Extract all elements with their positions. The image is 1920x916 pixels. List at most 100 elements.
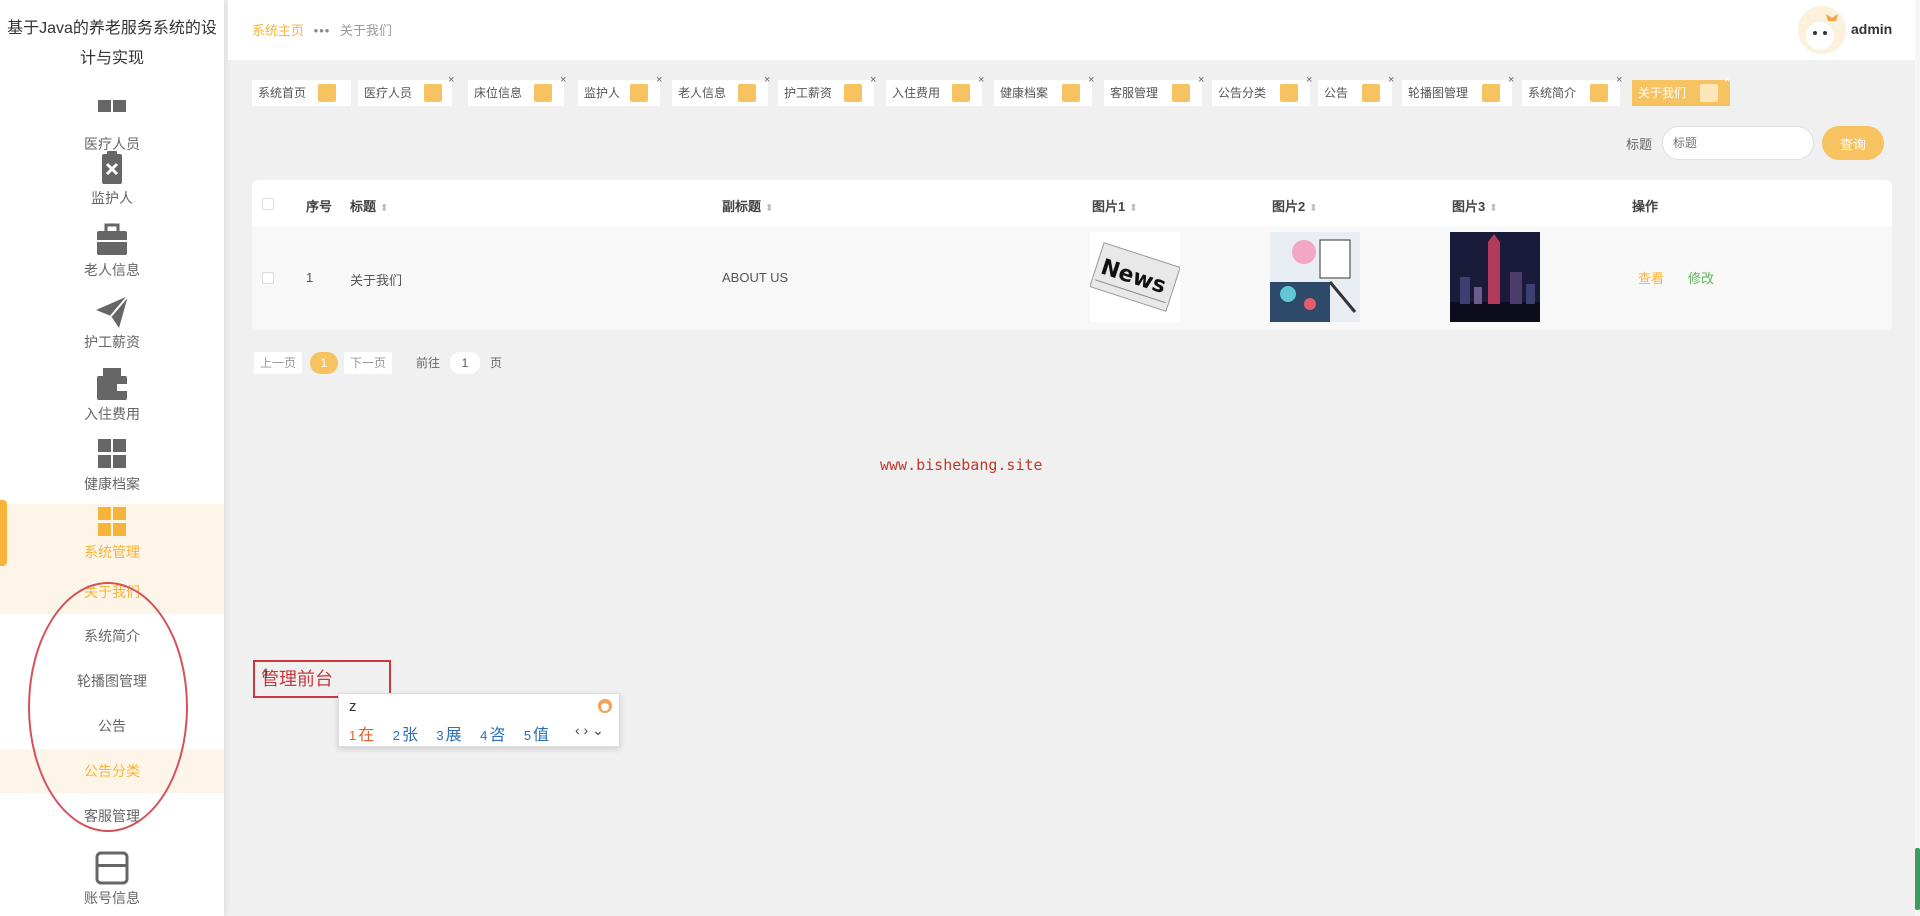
ime-nav-arrows[interactable]: ‹ › ⌄ bbox=[575, 722, 604, 739]
tab-elder-info[interactable]: 老人信息 × bbox=[672, 74, 770, 106]
ime-candidate[interactable]: 5值 bbox=[524, 727, 563, 744]
grid-icon bbox=[98, 100, 126, 112]
cell-title: 关于我们 bbox=[350, 273, 403, 288]
close-icon[interactable]: × bbox=[1198, 73, 1204, 87]
goto-label: 前往 bbox=[416, 356, 441, 370]
column-header-image2[interactable]: 图片2 ⬍ bbox=[1272, 196, 1318, 215]
data-table: 序号 标题 ⬍ 副标题 ⬍ 图片1 ⬍ 图片2 ⬍ 图片3 ⬍ 操作 1 关于我们 ABO… bbox=[252, 180, 1892, 330]
tab-bed-info[interactable]: 床位信息 × bbox=[468, 74, 566, 106]
search-input[interactable] bbox=[1662, 126, 1814, 160]
tab-stay-fee[interactable]: 入住费用 × bbox=[886, 74, 984, 106]
tab-carousel[interactable]: 轮播图管理 × bbox=[1402, 74, 1514, 106]
select-all-checkbox[interactable] bbox=[262, 198, 274, 210]
close-icon[interactable]: × bbox=[448, 73, 454, 87]
close-icon[interactable]: × bbox=[1306, 73, 1312, 87]
sidebar-item-label: 系统管理 bbox=[84, 544, 140, 560]
sidebar-item-label: 健康档案 bbox=[84, 476, 140, 492]
tab-label: 轮播图管理 bbox=[1408, 86, 1469, 100]
scrollbar-thumb[interactable] bbox=[1915, 848, 1920, 910]
prev-page-button[interactable]: 上一页 bbox=[254, 352, 303, 374]
ime-candidate[interactable]: 4咨 bbox=[480, 727, 519, 744]
breadcrumb: 系统主页 ••• 关于我们 bbox=[252, 20, 392, 39]
scrollbar-track[interactable] bbox=[1915, 0, 1920, 916]
tab-icon bbox=[1172, 84, 1190, 102]
sort-icon[interactable]: ⬍ bbox=[1489, 203, 1497, 214]
tab-label: 系统简介 bbox=[1528, 86, 1577, 100]
ime-candidate-char: 在 bbox=[358, 727, 375, 744]
news-newspaper-image[interactable]: News bbox=[1090, 232, 1180, 322]
sidebar-item-guardian[interactable]: 监护人 bbox=[0, 150, 224, 220]
ime-composition-text: z bbox=[349, 698, 357, 715]
edit-button[interactable]: 修改 bbox=[1688, 268, 1714, 287]
close-icon[interactable]: × bbox=[1616, 73, 1622, 87]
ime-candidate-number: 4 bbox=[480, 728, 488, 743]
ime-candidate-popup[interactable]: z 1在 2张 3展 4咨 5值 ‹ › ⌄ bbox=[338, 693, 620, 747]
sidebar-item-elder-info[interactable]: 老人信息 bbox=[0, 222, 224, 292]
breadcrumb-home[interactable]: 系统主页 bbox=[252, 23, 304, 38]
ime-candidate[interactable]: 1在 bbox=[349, 727, 388, 744]
close-icon[interactable]: × bbox=[1388, 73, 1394, 87]
avatar-image bbox=[1798, 6, 1846, 54]
illustration-image[interactable] bbox=[1270, 232, 1360, 322]
column-header-image3[interactable]: 图片3 ⬍ bbox=[1452, 196, 1498, 215]
tab-medical-staff[interactable]: 医疗人员 × bbox=[358, 74, 454, 106]
ime-logo-icon[interactable] bbox=[597, 698, 613, 714]
next-page-button[interactable]: 下一页 bbox=[344, 352, 393, 374]
tab-notice-category[interactable]: 公告分类 × bbox=[1212, 74, 1312, 106]
column-header-title[interactable]: 标题 ⬍ bbox=[350, 196, 388, 215]
view-button[interactable]: 查看 bbox=[1638, 268, 1664, 287]
tab-about-us[interactable]: 关于我们 × bbox=[1632, 74, 1730, 106]
sort-icon[interactable]: ⬍ bbox=[1129, 203, 1137, 214]
close-icon[interactable]: × bbox=[870, 73, 876, 87]
close-icon[interactable]: × bbox=[560, 73, 566, 87]
close-icon[interactable]: × bbox=[1724, 73, 1730, 87]
ime-candidate[interactable]: 2张 bbox=[393, 727, 432, 744]
tab-guardian[interactable]: 监护人 × bbox=[578, 74, 662, 106]
close-icon[interactable]: × bbox=[1088, 73, 1094, 87]
paper-plane-icon bbox=[96, 295, 129, 328]
city-night-image[interactable] bbox=[1450, 232, 1540, 322]
sidebar-item-health-records[interactable]: 健康档案 bbox=[0, 436, 224, 506]
close-icon[interactable]: × bbox=[656, 73, 662, 87]
username[interactable]: admin bbox=[1851, 21, 1892, 37]
avatar[interactable] bbox=[1798, 6, 1846, 54]
tab-home[interactable]: 系统首页 bbox=[252, 80, 351, 106]
column-header-index: 序号 bbox=[306, 196, 332, 215]
tab-label: 公告 bbox=[1324, 86, 1349, 100]
tab-icon bbox=[534, 84, 552, 102]
sidebar-item-system-management[interactable]: 系统管理 bbox=[0, 504, 224, 574]
ime-candidate-char: 咨 bbox=[489, 727, 506, 744]
sort-icon[interactable]: ⬍ bbox=[765, 203, 773, 214]
ime-candidate-number: 1 bbox=[349, 728, 357, 743]
tab-customer-service[interactable]: 客服管理 × bbox=[1104, 74, 1204, 106]
sidebar-item-account-info[interactable]: 账号信息 bbox=[0, 850, 224, 916]
column-header-label: 图片3 bbox=[1452, 199, 1486, 214]
close-icon[interactable]: × bbox=[764, 73, 770, 87]
tab-notice[interactable]: 公告 × bbox=[1318, 74, 1394, 106]
sort-icon[interactable]: ⬍ bbox=[1309, 203, 1317, 214]
sidebar-item-stay-fee[interactable]: 入住费用 bbox=[0, 366, 224, 436]
column-header-label: 图片2 bbox=[1272, 199, 1306, 214]
sidebar-item-caregiver-salary[interactable]: 护工薪资 bbox=[0, 294, 224, 364]
sidebar-item-label: 老人信息 bbox=[84, 262, 140, 278]
text-cursor-icon: I bbox=[264, 665, 268, 681]
tab-icon bbox=[1362, 84, 1380, 102]
page-number-current[interactable]: 1 bbox=[310, 352, 338, 374]
close-icon[interactable]: × bbox=[1508, 73, 1514, 87]
sort-icon[interactable]: ⬍ bbox=[380, 203, 388, 214]
tab-caregiver-salary[interactable]: 护工薪资 × bbox=[778, 74, 876, 106]
close-icon[interactable]: × bbox=[978, 73, 984, 87]
page-jump-input[interactable]: 1 bbox=[450, 352, 480, 374]
column-header-label: 副标题 bbox=[722, 199, 762, 214]
column-header-image1[interactable]: 图片1 ⬍ bbox=[1092, 196, 1138, 215]
column-header-subtitle[interactable]: 副标题 ⬍ bbox=[722, 196, 773, 215]
search-button[interactable]: 查询 bbox=[1822, 126, 1884, 160]
cell-subtitle: ABOUT US bbox=[722, 270, 789, 285]
tab-system-intro[interactable]: 系统简介 × bbox=[1522, 74, 1622, 106]
row-checkbox[interactable] bbox=[262, 272, 274, 284]
sidebar-item-label: 入住费用 bbox=[84, 406, 140, 422]
tab-health-records[interactable]: 健康档案 × bbox=[994, 74, 1094, 106]
tab-icon bbox=[844, 84, 862, 102]
ime-candidate[interactable]: 3展 bbox=[436, 727, 475, 744]
grid-icon bbox=[98, 439, 126, 468]
